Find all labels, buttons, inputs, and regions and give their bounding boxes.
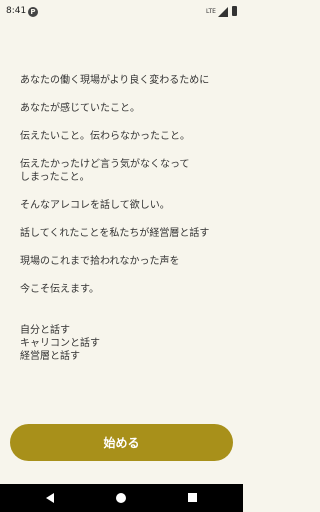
app-notification-icon: P [28,7,38,17]
network-type-label: LTE [206,8,216,15]
intro-text: あなたの働く現場がより良く変わるために あなたが感じていたこと。 伝えたいこと。… [20,74,230,378]
intro-paragraph: そんなアレコレを話して欲しい。 [20,200,170,211]
intro-paragraph: あなたが感じていたこと。 [20,103,140,114]
intro-paragraph: 今こそ伝えます。 [20,284,99,295]
navigation-bar [0,484,243,512]
battery-icon [232,6,237,16]
intro-paragraph: 現場のこれまで拾われなかった声を [20,256,180,267]
signal-icon [218,7,228,17]
status-time: 8:41 [6,6,27,16]
intro-paragraph: 伝えたかったけど言う気がなくなって しまったこと。 [20,159,190,183]
intro-paragraph: 伝えたいこと。伝わらなかったこと。 [20,131,190,142]
status-bar: 8:41 P LTE [0,0,243,24]
back-icon[interactable] [46,493,54,503]
intro-paragraph: あなたの働く現場がより良く変わるために [20,75,210,86]
home-icon[interactable] [116,493,126,503]
intro-paragraph: 話してくれたことを私たちが経営層と話す [20,228,210,239]
start-button[interactable]: 始める [10,424,233,461]
talk-targets-list: 自分と話す キャリコンと話す 経営層と話す [20,325,100,362]
recents-icon[interactable] [188,493,197,502]
